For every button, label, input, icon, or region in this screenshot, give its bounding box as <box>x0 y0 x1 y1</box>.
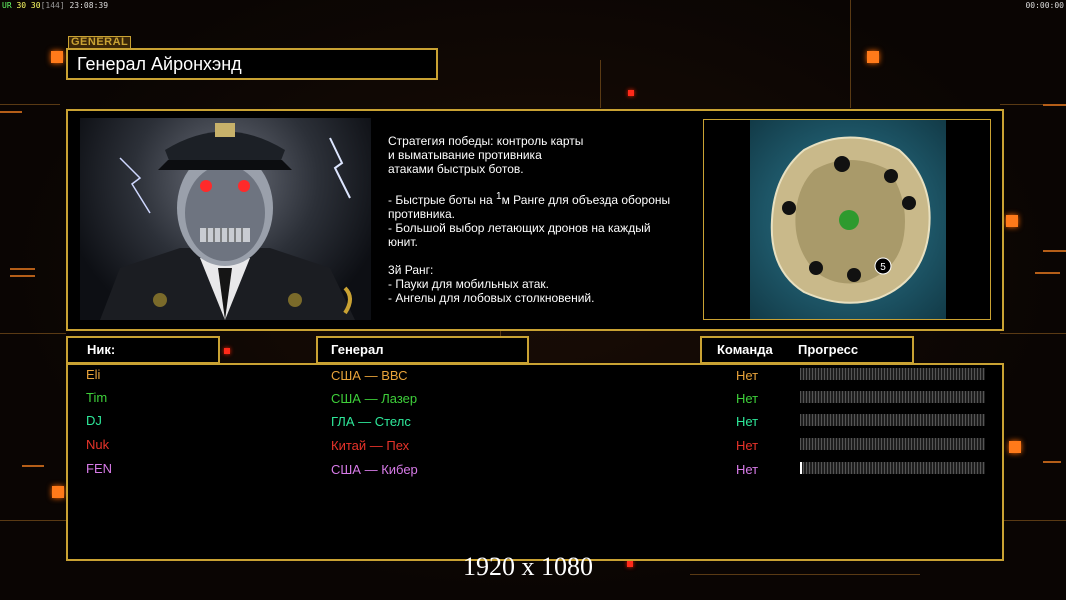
glow-square <box>51 51 63 63</box>
player-progress-bar <box>800 414 985 426</box>
player-nick: Tim <box>86 390 108 405</box>
bg-line <box>850 0 851 108</box>
glow-dash <box>22 465 44 467</box>
player-team: Нет <box>736 462 759 477</box>
glow-dash <box>1035 272 1060 274</box>
map-image: 5 <box>770 136 931 304</box>
desc-line: Стратегия победы: контроль карты <box>388 134 584 148</box>
status-prefix: UR <box>2 1 12 10</box>
desc-line: - Большой выбор летающих дронов на кажды… <box>388 221 651 235</box>
glow-dash <box>1043 104 1066 106</box>
player-team: Нет <box>736 391 759 406</box>
header-nick-label: Ник: <box>87 342 116 357</box>
player-nick: Nuk <box>86 437 110 452</box>
glow-square <box>628 90 634 96</box>
status-time: 23:08:39 <box>69 1 109 10</box>
glow-square <box>1006 215 1018 227</box>
player-general: США — Лазер <box>331 391 418 406</box>
status-bracket: [144] <box>40 1 65 10</box>
player-nick: DJ <box>86 413 102 428</box>
status-values: 30 30 <box>16 1 41 10</box>
header-nick: Ник: <box>66 336 220 364</box>
map-preview[interactable]: 5 <box>703 119 991 320</box>
general-name: Генерал Айронхэнд <box>77 54 242 74</box>
glow-square <box>224 348 230 354</box>
glow-dash <box>10 275 35 277</box>
desc-line: юнит. <box>388 235 418 249</box>
general-portrait <box>80 118 371 320</box>
glow-square <box>1009 441 1021 453</box>
portrait-image <box>100 123 355 320</box>
glow-dash <box>0 111 22 113</box>
header-general: Генерал <box>316 336 529 364</box>
bg-line <box>1000 520 1066 521</box>
glow-dash <box>1043 461 1061 463</box>
glow-square <box>52 486 64 498</box>
bg-line <box>1000 333 1066 334</box>
player-general: ГЛА — Стелс <box>331 414 411 429</box>
player-progress-bar <box>800 462 985 474</box>
bg-line <box>690 574 920 575</box>
desc-line: - Ангелы для лобовых столкновений. <box>388 291 595 305</box>
glow-square <box>627 561 633 567</box>
status-bar-left: UR 30 30[144] 23:08:39 <box>2 1 108 10</box>
desc-line: 3 <box>388 263 395 277</box>
header-team-label: Команда <box>717 342 773 357</box>
header-general-label: Генерал <box>331 342 384 357</box>
header-team-progress: Команда Прогресс <box>700 336 914 364</box>
player-nick: Eli <box>86 367 101 382</box>
player-team: Нет <box>736 368 759 383</box>
desc-line: - Пауки для мобильных атак. <box>388 277 549 291</box>
bg-line <box>0 520 66 521</box>
bg-line <box>0 104 60 105</box>
progress-fill <box>800 462 802 474</box>
glow-dash <box>10 268 35 270</box>
desc-line: м Ранге для объезда обороны <box>501 193 671 207</box>
player-nick: FEN <box>86 461 112 476</box>
bg-line <box>600 60 601 108</box>
glow-dash <box>1043 250 1066 252</box>
player-team: Нет <box>736 438 759 453</box>
strategy-description: Стратегия победы: контроль карты и вымат… <box>388 134 698 305</box>
desc-line: и выматывание противника <box>388 148 542 162</box>
status-bar-right: 00:00:00 <box>1025 1 1064 10</box>
general-title-box: Генерал Айронхэнд <box>66 48 438 80</box>
desc-line: й Ранг: <box>394 263 434 277</box>
glow-square <box>867 51 879 63</box>
player-general: США — Кибер <box>331 462 418 477</box>
player-team: Нет <box>736 414 759 429</box>
player-general: Китай — Пех <box>331 438 410 453</box>
player-general: США — ВВС <box>331 368 408 383</box>
header-progress-label: Прогресс <box>798 342 859 357</box>
desc-line: - Быстрые боты на <box>388 193 497 207</box>
player-progress-bar <box>800 368 985 380</box>
player-progress-bar <box>800 438 985 450</box>
desc-line: атаками быстрых ботов. <box>388 162 524 176</box>
desc-line: противника. <box>388 207 456 221</box>
player-marker: 5 <box>880 262 886 273</box>
player-progress-bar <box>800 391 985 403</box>
bg-line <box>0 333 66 334</box>
resolution-label: 1920 x 1080 <box>463 552 593 581</box>
